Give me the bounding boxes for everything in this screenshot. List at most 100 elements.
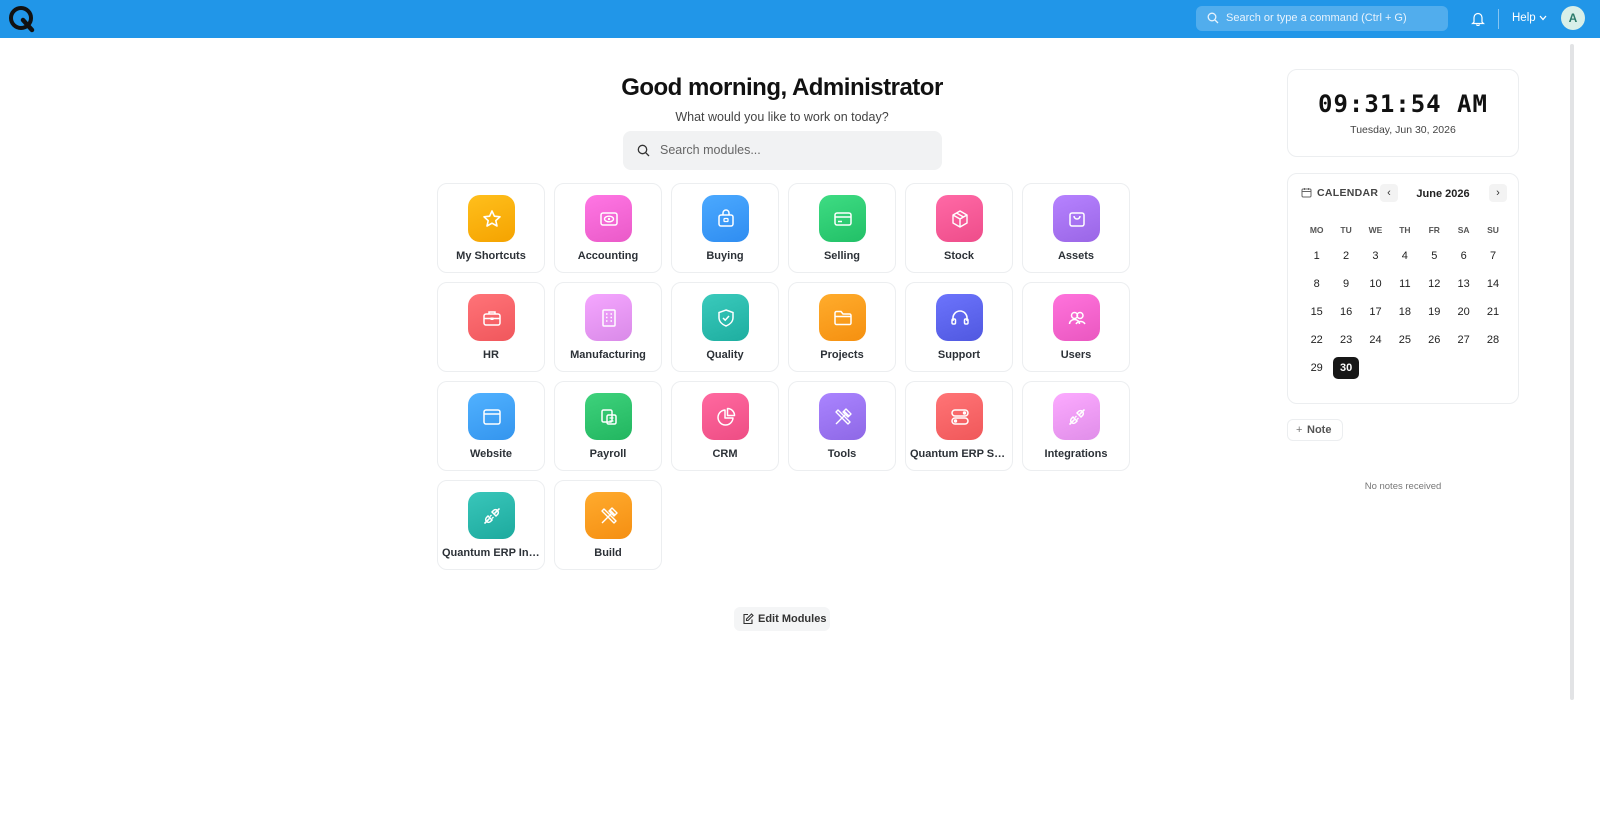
calendar-day[interactable]: 12 [1421, 273, 1447, 295]
module-tile-hr[interactable]: HR [437, 282, 545, 372]
calendar-day-today[interactable]: 30 [1333, 357, 1360, 379]
plus-icon: + [1296, 424, 1303, 436]
calendar-day[interactable]: 5 [1421, 245, 1447, 267]
calendar-day[interactable]: 29 [1304, 357, 1330, 379]
calendar-day[interactable]: 15 [1304, 301, 1330, 323]
module-label: HR [483, 349, 499, 361]
module-tile-support[interactable]: Support [905, 282, 1013, 372]
folder-icon [819, 294, 866, 341]
calendar-day[interactable]: 11 [1392, 273, 1418, 295]
calendar-day[interactable]: 6 [1451, 245, 1477, 267]
module-tile-my-shortcuts[interactable]: My Shortcuts [437, 183, 545, 273]
calendar-day[interactable]: 4 [1392, 245, 1418, 267]
module-label: Buying [706, 250, 744, 262]
module-label: CRM [712, 448, 738, 460]
calendar-day[interactable]: 8 [1304, 273, 1330, 295]
module-tile-manufacturing[interactable]: Manufacturing [554, 282, 662, 372]
calendar-day[interactable]: 25 [1392, 329, 1418, 351]
module-label: My Shortcuts [456, 250, 526, 262]
module-label: Tools [827, 448, 857, 460]
weekday-header: SA [1457, 225, 1470, 235]
module-tile-stock[interactable]: Stock [905, 183, 1013, 273]
calendar-day[interactable]: 17 [1362, 301, 1388, 323]
calendar-day[interactable]: 27 [1451, 329, 1477, 351]
pie-icon [702, 393, 749, 440]
clock-widget: 09:31:54 AM Tuesday, Jun 30, 2026 [1287, 69, 1519, 157]
clock-date: Tuesday, Jun 30, 2026 [1350, 124, 1456, 136]
module-tile-website[interactable]: Website [437, 381, 545, 471]
calendar-day[interactable]: 28 [1480, 329, 1506, 351]
next-month-button[interactable]: › [1489, 184, 1507, 202]
calendar-day[interactable]: 23 [1333, 329, 1359, 351]
calendar-day[interactable]: 16 [1333, 301, 1359, 323]
plug-icon [468, 492, 515, 539]
calendar-widget: CALENDAR ‹ June 2026 › MO TU WE TH FR SA SU 1 2 3… [1287, 173, 1519, 404]
prev-month-button[interactable]: ‹ [1380, 184, 1398, 202]
module-tile-integrations[interactable]: Integrations [1022, 381, 1130, 471]
module-tile-selling[interactable]: Selling [788, 183, 896, 273]
module-label: Accounting [577, 250, 639, 262]
star-icon [468, 195, 515, 242]
module-tile-assets[interactable]: Assets [1022, 183, 1130, 273]
calendar-icon [1301, 188, 1312, 198]
module-tile-buying[interactable]: Buying [671, 183, 779, 273]
calendar-day[interactable]: 9 [1333, 273, 1359, 295]
module-tile-crm[interactable]: CRM [671, 381, 779, 471]
app-logo-icon[interactable] [8, 5, 36, 33]
help-dropdown[interactable]: Help [1512, 12, 1547, 24]
page-title: Good morning, Administrator [621, 74, 943, 101]
module-label: Payroll [589, 448, 627, 460]
module-tile-projects[interactable]: Projects [788, 282, 896, 372]
eye-box-icon [585, 195, 632, 242]
calendar-day[interactable]: 26 [1421, 329, 1447, 351]
module-tile-payroll[interactable]: Payroll [554, 381, 662, 471]
module-tile-users[interactable]: Users [1022, 282, 1130, 372]
plug-icon [1053, 393, 1100, 440]
module-label: Build [594, 547, 622, 559]
user-avatar[interactable]: A [1561, 6, 1585, 30]
add-note-label: Note [1307, 424, 1332, 436]
users-icon [1053, 294, 1100, 341]
calendar-day[interactable]: 24 [1362, 329, 1388, 351]
weekday-header: MO [1309, 225, 1324, 235]
calendar-day[interactable]: 10 [1362, 273, 1388, 295]
module-tile-quantum-erp-se[interactable]: Quantum ERP Se... [905, 381, 1013, 471]
calendar-day[interactable]: 18 [1392, 301, 1418, 323]
module-label: Stock [944, 250, 974, 262]
module-label: Quantum ERP Int... [442, 547, 542, 559]
calendar-day[interactable]: 2 [1333, 245, 1359, 267]
calendar-day[interactable]: 3 [1362, 245, 1388, 267]
payroll-icon [585, 393, 632, 440]
briefcase-icon [468, 294, 515, 341]
add-note-button[interactable]: + Note [1287, 419, 1343, 441]
calendar-grid: MO TU WE TH FR SA SU 1 2 3 4 5 6 7 8 9 10 11 12 13 14 15 16 17 1… [1302, 225, 1508, 379]
calendar-day[interactable]: 7 [1480, 245, 1506, 267]
module-tile-accounting[interactable]: Accounting [554, 183, 662, 273]
module-label: Website [470, 448, 512, 460]
box-icon [936, 195, 983, 242]
module-tile-build[interactable]: Build [554, 480, 662, 570]
bag-icon [702, 195, 749, 242]
edit-modules-button[interactable]: Edit Modules [734, 607, 830, 631]
command-search-input[interactable]: Search or type a command (Ctrl + G) [1196, 6, 1448, 31]
page-scrollbar[interactable] [1570, 44, 1574, 700]
module-tile-tools[interactable]: Tools [788, 381, 896, 471]
module-search-input[interactable]: Search modules... [623, 131, 942, 170]
help-label: Help [1512, 12, 1536, 24]
notification-bell-icon[interactable] [1471, 11, 1485, 26]
calendar-day[interactable]: 19 [1421, 301, 1447, 323]
calendar-day[interactable]: 13 [1451, 273, 1477, 295]
basket-icon [1053, 195, 1100, 242]
chevron-right-icon: › [1496, 187, 1500, 199]
calendar-day[interactable]: 1 [1304, 245, 1330, 267]
weekday-header: TH [1399, 225, 1411, 235]
chevron-left-icon: ‹ [1387, 187, 1391, 199]
calendar-day[interactable]: 21 [1480, 301, 1506, 323]
calendar-day[interactable]: 22 [1304, 329, 1330, 351]
module-tile-quantum-erp-int[interactable]: Quantum ERP Int... [437, 480, 545, 570]
module-tile-quality[interactable]: Quality [671, 282, 779, 372]
clock-time: 09:31:54 AM [1318, 90, 1488, 118]
top-navbar: Search or type a command (Ctrl + G) Help… [0, 0, 1600, 38]
calendar-day[interactable]: 20 [1451, 301, 1477, 323]
calendar-day[interactable]: 14 [1480, 273, 1506, 295]
